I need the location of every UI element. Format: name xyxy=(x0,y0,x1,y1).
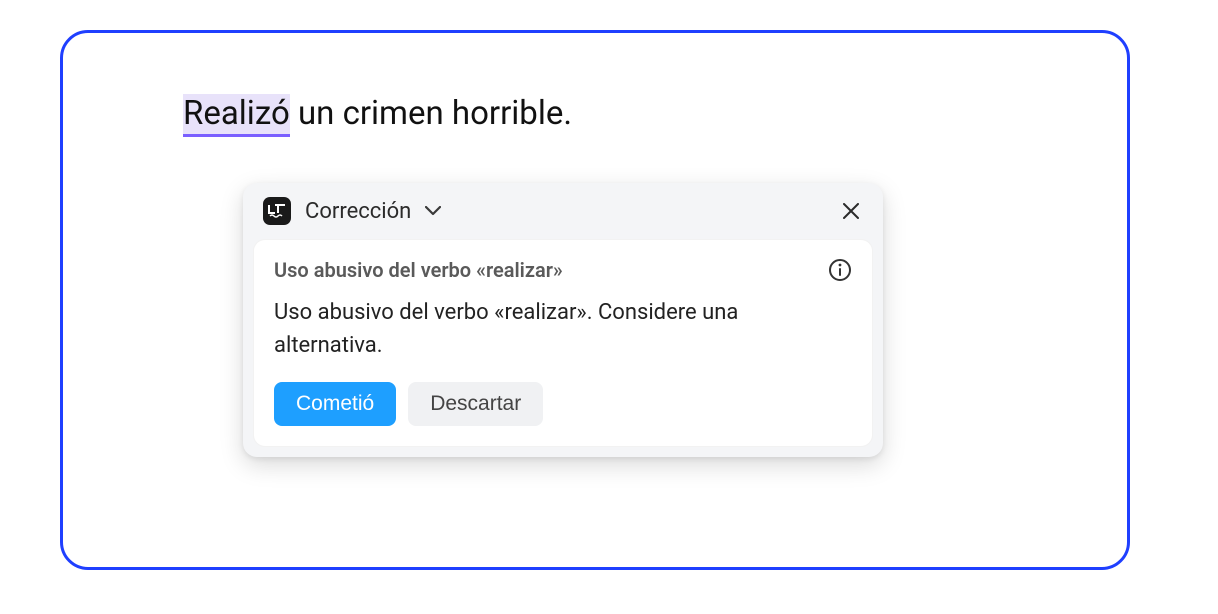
correction-popup: Corrección Uso abusivo del verbo «realiz… xyxy=(243,183,883,457)
rule-title: Uso abusivo del verbo «realizar» xyxy=(274,258,563,282)
action-buttons: Cometió Descartar xyxy=(274,382,852,426)
sentence-rest: un crimen horrible. xyxy=(290,94,572,133)
popup-title: Corrección xyxy=(305,199,411,224)
rule-description: Uso abusivo del verbo «realizar». Consid… xyxy=(274,296,852,362)
dismiss-button[interactable]: Descartar xyxy=(408,382,543,426)
popup-header: Corrección xyxy=(243,183,883,239)
close-icon[interactable] xyxy=(839,199,863,223)
rule-header: Uso abusivo del verbo «realizar» xyxy=(274,258,852,282)
sentence: Realizó un crimen horrible. xyxy=(183,93,1007,136)
text-editor-frame: Realizó un crimen horrible. Corrección U… xyxy=(60,30,1130,570)
chevron-down-icon[interactable] xyxy=(425,206,441,216)
suggestion-button[interactable]: Cometió xyxy=(274,382,396,426)
info-icon[interactable] xyxy=(828,258,852,282)
languagetool-icon xyxy=(263,197,291,225)
highlighted-word[interactable]: Realizó xyxy=(183,94,290,137)
popup-body: Uso abusivo del verbo «realizar» Uso abu… xyxy=(253,239,873,447)
